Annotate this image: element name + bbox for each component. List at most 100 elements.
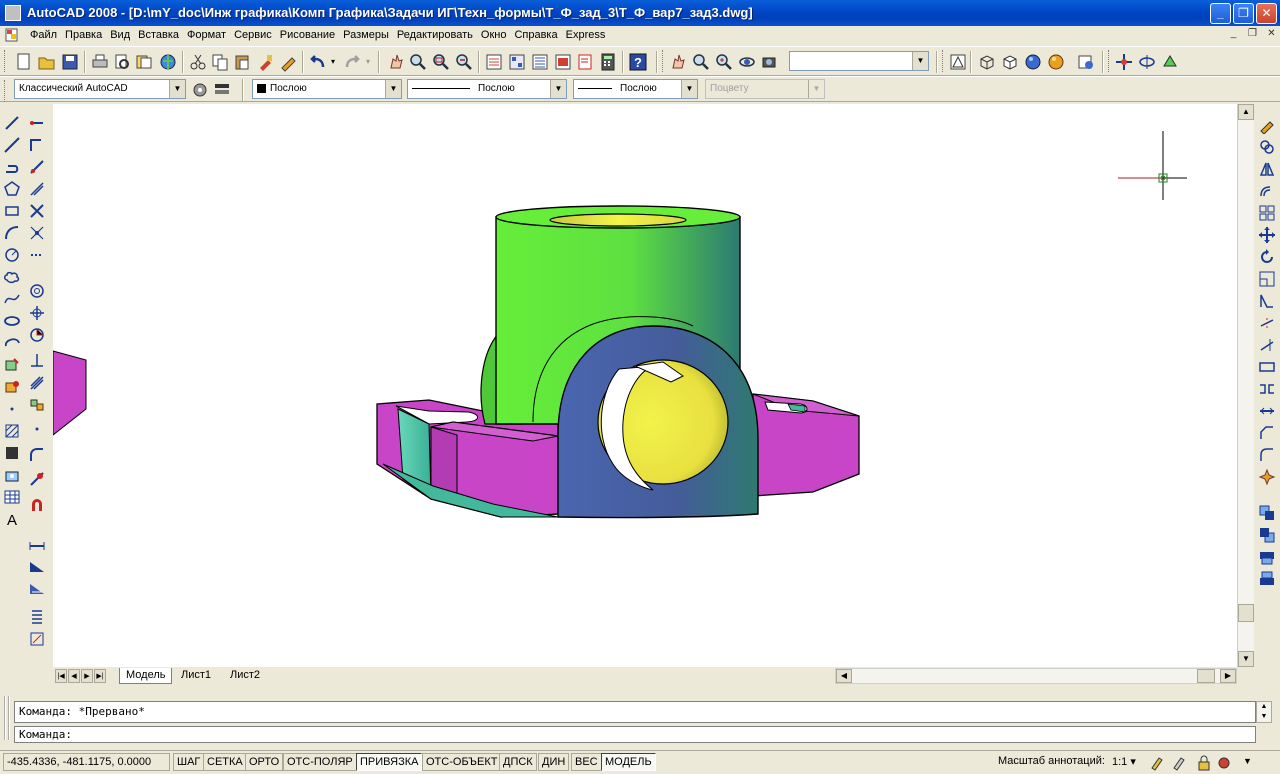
point-icon[interactable]	[3, 400, 21, 418]
rectangle-icon[interactable]	[3, 202, 21, 220]
dim-radius-icon[interactable]	[28, 608, 46, 626]
rotate-tool-icon[interactable]	[1258, 248, 1276, 266]
hatch-icon[interactable]	[3, 422, 21, 440]
tab-model[interactable]: Модель	[119, 668, 173, 684]
3d-align-icon[interactable]	[1160, 52, 1180, 72]
toggle-model[interactable]: МОДЕЛЬ	[601, 753, 656, 771]
menu-format[interactable]: Формат	[183, 28, 230, 42]
toggle-ortho[interactable]: ОРТО	[245, 753, 284, 771]
next-tab-button[interactable]: ▶	[81, 669, 93, 683]
command-input[interactable]: Команда:	[14, 726, 1256, 743]
copy-icon[interactable]	[210, 52, 230, 72]
menu-express[interactable]: Express	[562, 28, 610, 42]
zoom-icon-2[interactable]	[691, 52, 711, 72]
horizontal-scroll-thumb[interactable]	[1197, 669, 1215, 683]
extend-icon[interactable]	[28, 352, 46, 370]
lock-icon[interactable]	[1196, 755, 1212, 771]
web-icon[interactable]	[158, 52, 178, 72]
array-icon[interactable]	[28, 202, 46, 220]
linetype-combo[interactable]: Послою ▼	[407, 79, 567, 99]
ellipse-icon[interactable]	[3, 312, 21, 330]
chevron-down-icon[interactable]: ▼	[169, 80, 185, 98]
last-tab-button[interactable]: ▶|	[94, 669, 106, 683]
doc-minimize-button[interactable]: _	[1226, 28, 1241, 42]
close-button[interactable]: ✕	[1256, 3, 1277, 24]
3d-hidden-icon[interactable]	[1000, 52, 1020, 72]
trim-tool-icon[interactable]	[1258, 314, 1276, 332]
edit-pencil-icon[interactable]	[1258, 116, 1276, 134]
break-tool-icon[interactable]	[1258, 380, 1276, 398]
draworder-under-icon[interactable]	[1258, 570, 1276, 588]
workspace-settings-icon[interactable]	[190, 80, 210, 100]
named-view-combo[interactable]: ▼	[789, 51, 929, 71]
publish-icon[interactable]	[134, 52, 154, 72]
design-center-icon[interactable]	[507, 52, 527, 72]
toggle-grid[interactable]: СЕТКА	[203, 753, 247, 771]
properties-icon[interactable]	[484, 52, 504, 72]
maximize-button[interactable]: ❐	[1233, 3, 1254, 24]
3d-rotate-icon[interactable]	[1137, 52, 1157, 72]
move-icon[interactable]	[28, 224, 46, 242]
conceptual-icon[interactable]	[1046, 52, 1066, 72]
chamfer-icon[interactable]	[28, 420, 46, 438]
polyline-icon[interactable]	[3, 158, 21, 176]
draworder-back-icon[interactable]	[1258, 526, 1276, 544]
explode-tool-icon[interactable]	[1258, 468, 1276, 486]
camera-icon[interactable]	[760, 52, 780, 72]
tab-layout2[interactable]: Лист2	[224, 668, 266, 684]
copy-object-icon[interactable]	[28, 136, 46, 154]
erase-icon[interactable]	[28, 114, 46, 132]
circle-icon[interactable]	[3, 246, 21, 264]
document-icon[interactable]	[4, 27, 20, 43]
magnet-icon[interactable]	[28, 496, 46, 514]
autocad-app-icon[interactable]	[5, 5, 21, 21]
menu-draw[interactable]: Рисование	[276, 28, 339, 42]
offset-icon[interactable]	[28, 180, 46, 198]
undo-dropdown-icon[interactable]: ▾	[331, 57, 335, 66]
dim-angular-icon[interactable]	[28, 580, 46, 598]
stretch-tool-icon[interactable]	[1258, 292, 1276, 310]
insert-block-icon[interactable]	[3, 356, 21, 374]
stretch-icon[interactable]	[28, 304, 46, 322]
doc-close-button[interactable]: ✕	[1264, 28, 1279, 42]
menu-insert[interactable]: Вставка	[134, 28, 183, 42]
fillet-tool-icon[interactable]	[1258, 446, 1276, 464]
break-icon[interactable]	[28, 374, 46, 392]
open-icon[interactable]	[37, 52, 57, 72]
join-tool-icon[interactable]	[1258, 402, 1276, 420]
tool-palettes-icon[interactable]	[530, 52, 550, 72]
annotation-scale-dropdown[interactable]: 1:1 ▾	[1112, 755, 1136, 768]
join-icon[interactable]	[28, 396, 46, 414]
toggle-otrack[interactable]: ОТС-ОБЪЕКТ	[422, 753, 502, 771]
make-block-icon[interactable]	[3, 378, 21, 396]
draworder-above-icon[interactable]	[1258, 548, 1276, 566]
menu-modify[interactable]: Редактировать	[393, 28, 477, 42]
mirror-icon[interactable]	[28, 158, 46, 176]
array-tool-icon[interactable]	[1258, 204, 1276, 222]
vertical-scroll-thumb[interactable]	[1238, 604, 1254, 622]
gradient-icon[interactable]	[3, 444, 21, 462]
zoom-realtime-icon[interactable]	[408, 52, 428, 72]
dim-quick-icon[interactable]	[28, 630, 46, 648]
copy-objects-icon[interactable]	[1258, 138, 1276, 156]
spline-icon[interactable]	[3, 290, 21, 308]
minimize-button[interactable]: _	[1210, 3, 1231, 24]
model-space-canvas[interactable]	[53, 104, 1237, 667]
color-combo[interactable]: Послою ▼	[252, 79, 402, 99]
visual-styles-manager-icon[interactable]	[1076, 52, 1096, 72]
chevron-down-icon[interactable]: ▼	[912, 52, 928, 70]
menu-edit[interactable]: Правка	[61, 28, 106, 42]
extend-tool-icon[interactable]	[1258, 336, 1276, 354]
status-menu-chevron-icon[interactable]: ▼	[1243, 756, 1252, 766]
fillet-icon[interactable]	[28, 446, 46, 464]
mirror-tool-icon[interactable]	[1258, 160, 1276, 178]
3d-wireframe-icon[interactable]	[977, 52, 997, 72]
menu-help[interactable]: Справка	[510, 28, 561, 42]
draworder-front-icon[interactable]	[1258, 504, 1276, 522]
chevron-down-icon[interactable]: ▼	[681, 80, 697, 98]
offset-tool-icon[interactable]	[1258, 182, 1276, 200]
orbit-icon[interactable]	[737, 52, 757, 72]
explode-icon[interactable]	[28, 470, 46, 488]
move-tool-icon[interactable]	[1258, 226, 1276, 244]
command-window-grip[interactable]	[4, 696, 10, 740]
